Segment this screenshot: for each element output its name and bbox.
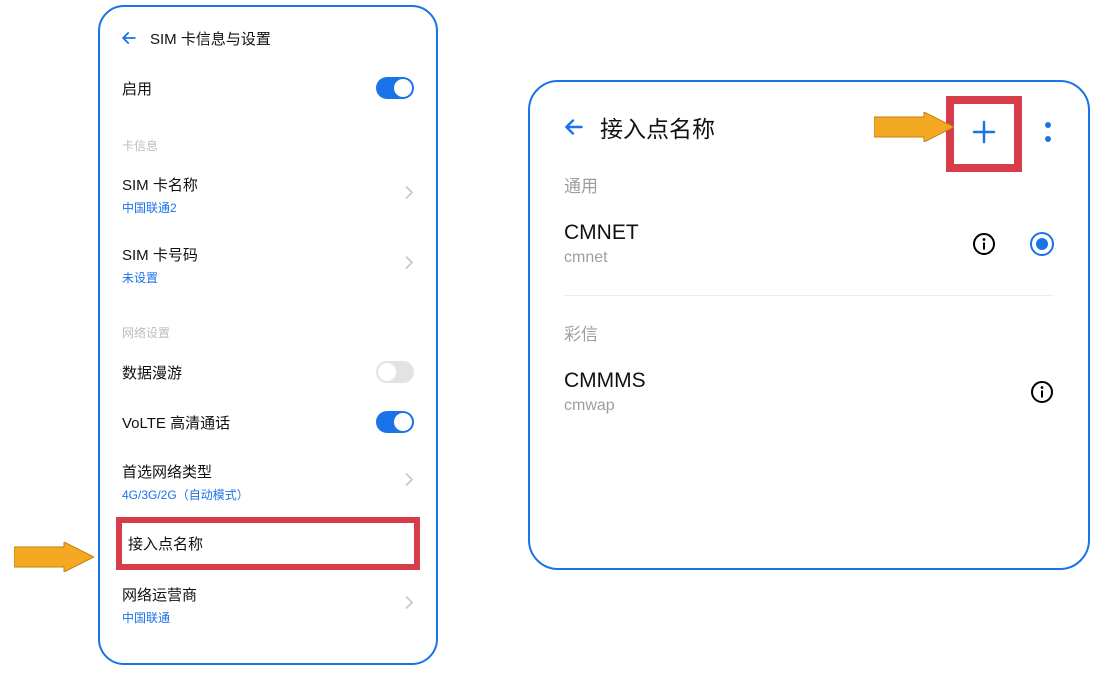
back-icon[interactable]: [560, 113, 588, 141]
chevron-right-icon: [404, 472, 414, 493]
apn-item-cmnet[interactable]: CMNET cmnet: [530, 207, 1088, 281]
apn-label: 接入点名称: [128, 533, 203, 554]
header: 接入点名称: [530, 102, 1088, 162]
divider: [564, 295, 1054, 296]
roaming-label: 数据漫游: [122, 362, 182, 383]
add-apn-button[interactable]: [958, 106, 1010, 158]
header: SIM 卡信息与设置: [100, 21, 436, 63]
info-icon[interactable]: [1030, 380, 1054, 404]
apn-name: CMNET: [564, 221, 639, 245]
section-network: 网络设置: [100, 310, 436, 347]
page-title: SIM 卡信息与设置: [150, 28, 271, 49]
apn-name: CMMMS: [564, 369, 646, 393]
sim-name-value: 中国联通2: [122, 199, 177, 216]
roaming-row[interactable]: 数据漫游: [100, 347, 436, 397]
arrow-annotation-left: [14, 542, 94, 572]
more-icon[interactable]: [1038, 112, 1058, 152]
pref-network-label: 首选网络类型: [122, 461, 212, 482]
sim-number-label: SIM 卡号码: [122, 244, 198, 265]
sim-name-row[interactable]: SIM 卡名称 中国联通2: [100, 160, 436, 230]
sim-name-label: SIM 卡名称: [122, 174, 198, 195]
section-card-info: 卡信息: [100, 123, 436, 160]
volte-row[interactable]: VoLTE 高清通话: [100, 397, 436, 447]
carrier-row[interactable]: 网络运营商 中国联通: [100, 570, 436, 640]
section-mms: 彩信: [530, 310, 1088, 355]
section-general: 通用: [530, 162, 1088, 207]
volte-toggle[interactable]: [376, 411, 414, 433]
apn-panel: 接入点名称 通用 CMNET cmnet 彩信 CMMMS cmwap: [528, 80, 1090, 570]
pref-network-row[interactable]: 首选网络类型 4G/3G/2G（自动模式）: [100, 447, 436, 517]
sim-number-value: 未设置: [122, 269, 158, 286]
apn-highlight-box: 接入点名称: [116, 517, 420, 570]
apn-row[interactable]: 接入点名称: [122, 523, 414, 564]
chevron-right-icon: [404, 255, 414, 276]
enable-row[interactable]: 启用: [100, 63, 436, 113]
chevron-right-icon: [404, 595, 414, 616]
carrier-value: 中国联通: [122, 609, 170, 626]
apn-sub: cmwap: [564, 397, 646, 415]
enable-toggle[interactable]: [376, 77, 414, 99]
apn-sub: cmnet: [564, 249, 639, 267]
enable-label: 启用: [122, 78, 152, 99]
info-icon[interactable]: [972, 232, 996, 256]
sim-number-row[interactable]: SIM 卡号码 未设置: [100, 230, 436, 300]
back-icon[interactable]: [118, 27, 140, 49]
page-title: 接入点名称: [600, 110, 715, 144]
carrier-label: 网络运营商: [122, 584, 197, 605]
pref-network-value: 4G/3G/2G（自动模式）: [122, 486, 249, 503]
sim-settings-panel: SIM 卡信息与设置 启用 卡信息 SIM 卡名称 中国联通2 SIM 卡号码 …: [98, 5, 438, 665]
apn-radio-selected[interactable]: [1030, 232, 1054, 256]
roaming-toggle[interactable]: [376, 361, 414, 383]
chevron-right-icon: [404, 185, 414, 206]
volte-label: VoLTE 高清通话: [122, 412, 230, 433]
apn-item-cmmms[interactable]: CMMMS cmwap: [530, 355, 1088, 429]
